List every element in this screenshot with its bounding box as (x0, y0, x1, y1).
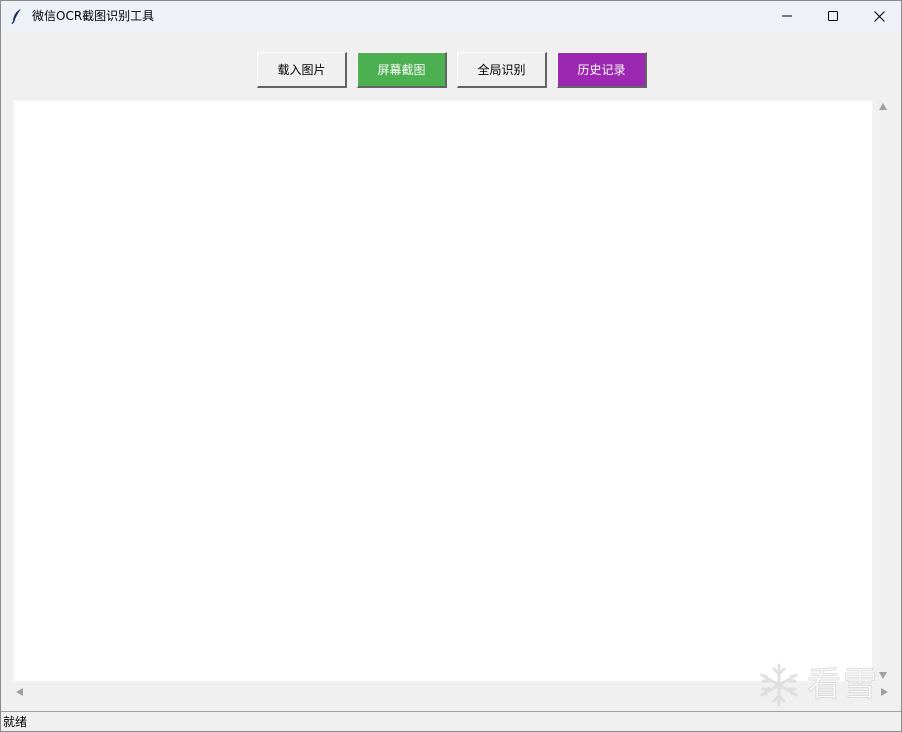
feather-icon (11, 9, 21, 24)
maximize-button[interactable] (810, 1, 856, 31)
title-bar[interactable]: 微信OCR截图识别工具 (1, 1, 901, 31)
screen-capture-button[interactable]: 屏幕截图 (357, 52, 447, 88)
vertical-scrollbar[interactable] (874, 100, 892, 682)
minimize-icon (782, 15, 792, 17)
scroll-left-arrow-icon[interactable] (16, 688, 23, 696)
maximize-icon (828, 11, 838, 21)
close-button[interactable] (856, 1, 901, 31)
close-icon (873, 10, 885, 22)
load-image-button[interactable]: 载入图片 (257, 52, 347, 88)
global-recognize-button[interactable]: 全局识别 (457, 52, 547, 88)
snowflake-icon (760, 663, 798, 707)
minimize-button[interactable] (764, 1, 810, 31)
watermark-text: 看雪 (807, 665, 879, 706)
result-text-area[interactable] (13, 100, 873, 682)
watermark: 看雪 (753, 659, 893, 711)
status-text: 就绪 (3, 715, 28, 729)
history-button[interactable]: 历史记录 (557, 52, 647, 88)
scroll-up-arrow-icon[interactable] (879, 103, 887, 110)
app-window: 微信OCR截图识别工具 载入图片 屏幕截图 全局识别 历史记录 看雪 就绪 (0, 0, 902, 732)
status-bar: 就绪 (1, 711, 901, 731)
window-title: 微信OCR截图识别工具 (32, 9, 155, 23)
